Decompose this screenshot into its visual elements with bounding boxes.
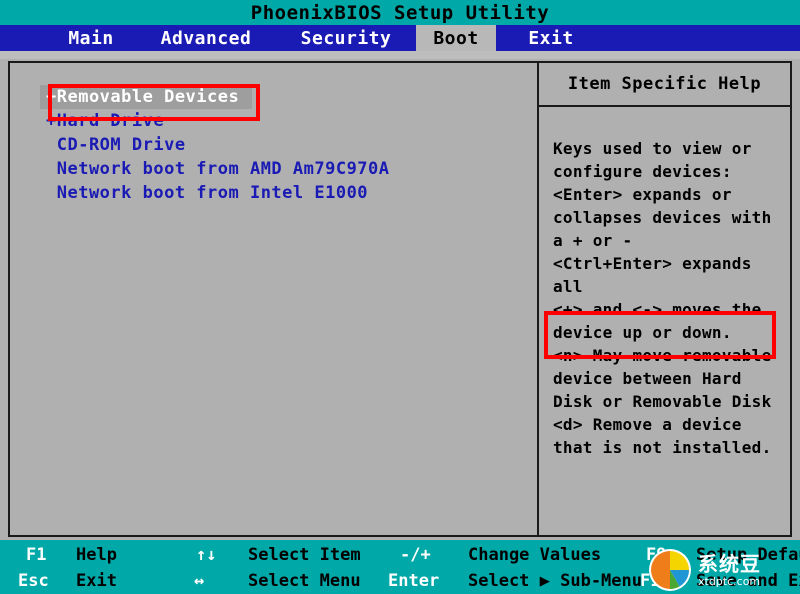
watermark-site-url: xtdptc.com [698, 575, 761, 588]
footer-action-help: Help [76, 542, 117, 568]
footer-key-enter[interactable]: Enter [388, 568, 439, 594]
footer-action-select-item: Select Item [248, 542, 361, 568]
boot-item-removable-devices[interactable]: +Removable Devices [40, 85, 252, 109]
footer-key-esc[interactable]: Esc [18, 568, 49, 594]
page-title: PhoenixBIOS Setup Utility [251, 2, 549, 24]
help-line: <n> May move removable [553, 344, 790, 367]
title-bar: PhoenixBIOS Setup Utility [0, 0, 800, 25]
tab-security[interactable]: Security [276, 25, 416, 51]
help-line: a + or - [553, 229, 790, 252]
footer-key-left-right[interactable]: ↔ [194, 568, 204, 594]
footer-key-minus-plus[interactable]: -/+ [400, 542, 431, 568]
bios-setup-screen: PhoenixBIOS Setup Utility Main Advanced … [0, 0, 800, 594]
help-line: device between Hard [553, 367, 790, 390]
help-line: configure devices: [553, 160, 790, 183]
help-line: that is not installed. [553, 436, 790, 459]
help-line: Keys used to view or [553, 137, 790, 160]
footer-action-change-values: Change Values [468, 542, 601, 568]
tab-boot[interactable]: Boot [416, 25, 496, 51]
tab-exit[interactable]: Exit [496, 25, 606, 51]
tab-main[interactable]: Main [46, 25, 136, 51]
help-line: <d> Remove a device [553, 413, 790, 436]
footer-action-exit: Exit [76, 568, 117, 594]
boot-order-list[interactable]: +Removable Devices +Hard Drive CD-ROM Dr… [40, 85, 520, 205]
watermark-pie-logo-icon [648, 548, 692, 592]
tab-advanced[interactable]: Advanced [136, 25, 276, 51]
help-line: collapses devices with [553, 206, 790, 229]
boot-item-network-intel[interactable]: Network boot from Intel E1000 [40, 181, 380, 205]
menu-bar[interactable]: Main Advanced Security Boot Exit [0, 25, 800, 51]
help-line: <Enter> expands or [553, 183, 790, 206]
help-title: Item Specific Help [568, 74, 761, 94]
help-line: device up or down. [553, 321, 790, 344]
boot-item-cd-rom-drive[interactable]: CD-ROM Drive [40, 133, 252, 157]
watermark-site-name: 系统豆 [698, 553, 761, 575]
footer-action-select-menu: Select Menu [248, 568, 361, 594]
menu-underline-strip [0, 51, 800, 59]
help-header: Item Specific Help [539, 63, 790, 107]
help-line: <+> and <-> moves the [553, 298, 790, 321]
footer-action-select-sub-menu: Select ▶ Sub-Menu [468, 568, 642, 594]
settings-panel-frame: +Removable Devices +Hard Drive CD-ROM Dr… [8, 61, 792, 537]
help-line: all [553, 275, 790, 298]
footer-key-f1[interactable]: F1 [26, 542, 46, 568]
watermark-text: 系统豆 xtdptc.com [698, 553, 761, 588]
main-body: +Removable Devices +Hard Drive CD-ROM Dr… [0, 59, 800, 540]
help-line: <Ctrl+Enter> expands [553, 252, 790, 275]
footer-key-up-down[interactable]: ↑↓ [196, 542, 216, 568]
boot-item-network-amd[interactable]: Network boot from AMD Am79C970A [40, 157, 380, 181]
boot-item-hard-drive[interactable]: +Hard Drive [40, 109, 252, 133]
help-body: Keys used to view or configure devices: … [539, 107, 790, 459]
watermark: 系统豆 xtdptc.com [648, 546, 800, 594]
menu-bar-filler [606, 25, 800, 51]
item-specific-help-pane: Item Specific Help Keys used to view or … [539, 63, 790, 535]
help-line: Disk or Removable Disk [553, 390, 790, 413]
